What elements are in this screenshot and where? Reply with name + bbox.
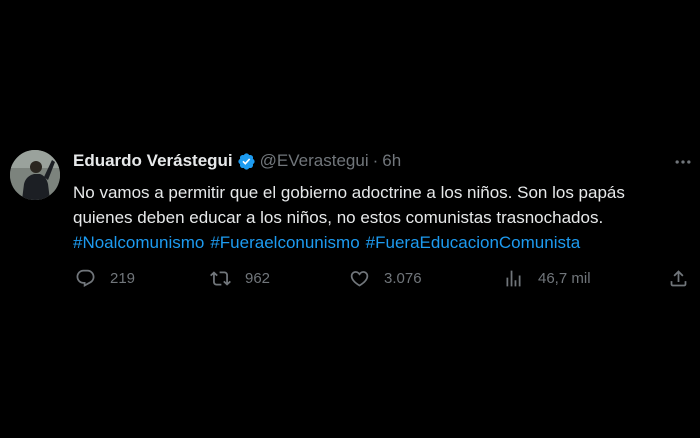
tweet-text-line: No vamos a permitir que el gobierno adoc… — [73, 183, 625, 202]
share-button[interactable] — [668, 265, 689, 291]
hashtag-list: #Noalcomunismo #Fueraelconunismo #FueraEdu… — [73, 230, 673, 255]
views-count: 46,7 mil — [538, 269, 591, 287]
tweet-timestamp[interactable]: 6h — [382, 151, 401, 171]
author-name[interactable]: Eduardo Verástegui — [73, 151, 233, 171]
heart-icon — [350, 270, 369, 287]
tweet-text-line: quienes deben educar a los niños, no est… — [73, 208, 604, 227]
author-handle[interactable]: @EVerastegui — [260, 151, 369, 171]
tweet: Eduardo Verástegui @EVerastegui · 6h No … — [0, 0, 700, 438]
header-separator: · — [372, 151, 379, 170]
retweet-count: 962 — [245, 269, 271, 287]
hashtag-link[interactable]: #Fueraelconunismo — [210, 233, 359, 252]
like-count: 3.076 — [384, 269, 422, 287]
reply-icon — [76, 269, 95, 287]
reply-button[interactable]: 219 — [75, 265, 135, 291]
retweet-button[interactable]: 962 — [210, 265, 270, 291]
tweet-header: Eduardo Verástegui @EVerastegui · 6h — [73, 151, 401, 171]
avatar[interactable] — [10, 150, 60, 200]
hashtag-link[interactable]: #FueraEducacionComunista — [366, 233, 581, 252]
views-bar-chart-icon — [506, 270, 521, 286]
hashtag-link[interactable]: #Noalcomunismo — [73, 233, 204, 252]
share-icon — [670, 269, 687, 286]
avatar-image — [10, 150, 60, 200]
tweet-actions: 219 962 3.076 46,7 mil — [0, 265, 700, 291]
like-button[interactable]: 3.076 — [349, 265, 422, 291]
reply-count: 219 — [110, 269, 136, 287]
views-button[interactable]: 46,7 mil — [503, 265, 591, 291]
more-horizontal-icon[interactable] — [673, 152, 693, 177]
tweet-text: No vamos a permitir que el gobierno adoc… — [73, 180, 673, 255]
verified-badge-icon — [237, 152, 256, 171]
retweet-icon — [210, 270, 231, 286]
